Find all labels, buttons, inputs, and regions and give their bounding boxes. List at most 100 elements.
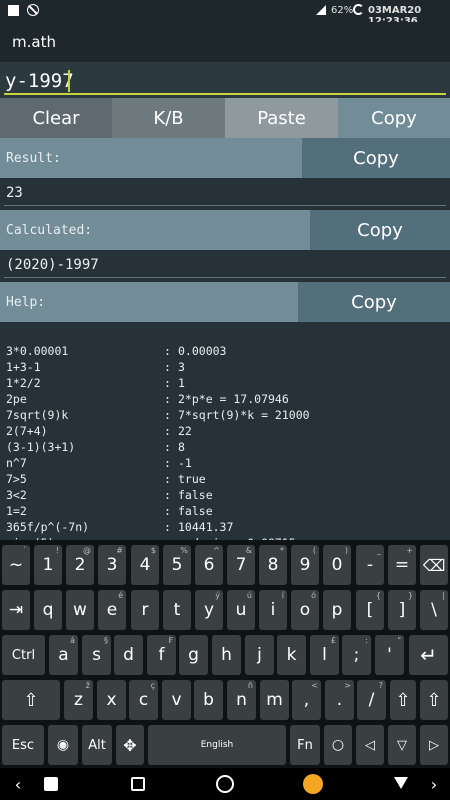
key-o[interactable]: oó xyxy=(291,590,319,630)
tab-key[interactable]: ⇥ xyxy=(2,590,30,630)
shift-key-mid[interactable]: ⇧ xyxy=(390,680,416,720)
app-shortcut-icon[interactable] xyxy=(303,774,323,794)
help-copy-button[interactable]: Copy xyxy=(298,282,450,322)
key-,[interactable]: , < xyxy=(292,680,321,720)
nav-bar: ‹ › xyxy=(0,768,450,800)
right-arrow-key[interactable]: ▷ xyxy=(420,725,448,765)
key-0[interactable]: 0) xyxy=(323,545,351,585)
key-h[interactable]: h xyxy=(212,635,241,675)
key-u[interactable]: uú xyxy=(227,590,255,630)
key-5[interactable]: 5% xyxy=(163,545,191,585)
key-g[interactable]: g xyxy=(179,635,208,675)
shift-key-right[interactable]: ⇧ xyxy=(420,680,448,720)
copy-button[interactable]: Copy xyxy=(338,98,450,138)
text-cursor xyxy=(68,70,70,92)
help-separator: : xyxy=(164,472,171,486)
keyboard-toggle-button[interactable]: K/B xyxy=(112,98,225,138)
signal-icon xyxy=(316,5,326,15)
key-b[interactable]: b xyxy=(194,680,223,720)
key-r[interactable]: r xyxy=(131,590,159,630)
forward-arrow-icon[interactable]: › xyxy=(424,774,444,794)
esc-key[interactable]: Esc xyxy=(2,725,44,765)
key-'[interactable]: ' " xyxy=(375,635,404,675)
key-label: Fn xyxy=(297,737,313,753)
help-expression: 7>5 xyxy=(6,472,27,486)
square-icon[interactable] xyxy=(44,777,58,791)
key-secondary-label: í xyxy=(281,591,284,600)
paste-button[interactable]: Paste xyxy=(225,98,338,138)
key-t[interactable]: t xyxy=(163,590,191,630)
key-l[interactable]: l £ xyxy=(310,635,339,675)
enter-key[interactable]: ↵ xyxy=(409,635,448,675)
calculated-copy-button[interactable]: Copy xyxy=(310,210,450,250)
key-c[interactable]: cç xyxy=(129,680,158,720)
key-a[interactable]: aá xyxy=(49,635,78,675)
key-=[interactable]: = + xyxy=(388,545,416,585)
image-icon[interactable] xyxy=(131,777,145,791)
circle-key[interactable]: ○ xyxy=(324,725,352,765)
key-3[interactable]: 3 # xyxy=(98,545,126,585)
fn-key[interactable]: Fn xyxy=(290,725,320,765)
key-/[interactable]: /? xyxy=(357,680,386,720)
backspace-key[interactable]: ⌫ xyxy=(420,545,448,585)
key-8[interactable]: 8 * xyxy=(259,545,287,585)
key-e[interactable]: eé xyxy=(98,590,126,630)
key-y[interactable]: yý xyxy=(195,590,223,630)
key-label: ; xyxy=(353,645,360,665)
result-copy-button[interactable]: Copy xyxy=(302,138,450,178)
alt-key[interactable]: Alt xyxy=(82,725,112,765)
key-label: 7 xyxy=(235,555,247,575)
help-list[interactable]: 3*0.00001:0.00003 1+3-1:3 1*2/2:1 2pe:2*p*e… xyxy=(0,322,450,540)
key-v[interactable]: v xyxy=(162,680,191,720)
key-w[interactable]: w xyxy=(66,590,94,630)
key-label: Esc xyxy=(11,737,35,753)
key-label: ◉ xyxy=(56,737,70,753)
key-k[interactable]: k xyxy=(277,635,306,675)
key-f[interactable]: f ₣ xyxy=(147,635,176,675)
key-j[interactable]: j xyxy=(245,635,274,675)
dnd-icon xyxy=(27,4,39,16)
key-d[interactable]: d xyxy=(114,635,143,675)
key-n[interactable]: nñ xyxy=(227,680,256,720)
key-m[interactable]: m xyxy=(260,680,289,720)
key-label: ○ xyxy=(331,737,345,753)
key-\[interactable]: \ | xyxy=(420,590,448,630)
key-label: l xyxy=(322,645,327,665)
settings-key[interactable]: ◉ xyxy=(48,725,78,765)
key-secondary-label: : xyxy=(365,636,368,645)
key-s[interactable]: s § xyxy=(82,635,111,675)
key-secondary-label: ? xyxy=(378,681,383,690)
key-i[interactable]: ií xyxy=(259,590,287,630)
key-x[interactable]: x xyxy=(97,680,126,720)
home-button[interactable] xyxy=(216,775,234,793)
key--[interactable]: - _ xyxy=(356,545,384,585)
move-key[interactable]: ✥ xyxy=(116,725,144,765)
key-q[interactable]: q xyxy=(34,590,62,630)
battery-icon xyxy=(353,4,364,15)
key-p[interactable]: p xyxy=(323,590,351,630)
back-arrow-icon[interactable]: ‹ xyxy=(8,774,28,794)
ctrl-key[interactable]: Ctrl xyxy=(2,635,45,675)
left-arrow-key[interactable]: ◁ xyxy=(356,725,384,765)
key-;[interactable]: ;: xyxy=(342,635,371,675)
down-arrow-key[interactable]: ▽ xyxy=(388,725,416,765)
key-label: ] xyxy=(398,600,406,620)
key-6[interactable]: 6 ^ xyxy=(195,545,223,585)
space-key[interactable]: English xyxy=(148,725,286,765)
key-1[interactable]: 1! xyxy=(34,545,62,585)
key-.[interactable]: . > xyxy=(325,680,354,720)
shift-key-left[interactable]: ⇧ xyxy=(2,680,60,720)
key-2[interactable]: 2 @ xyxy=(66,545,94,585)
key-7[interactable]: 7 & xyxy=(227,545,255,585)
clear-button[interactable]: Clear xyxy=(0,98,112,138)
key-~[interactable]: ~ ` xyxy=(2,545,30,585)
key-9[interactable]: 9( xyxy=(291,545,319,585)
key-secondary-label: # xyxy=(116,546,123,555)
notification-shade-icon[interactable] xyxy=(394,777,408,789)
key-4[interactable]: 4 $ xyxy=(131,545,159,585)
expression-text[interactable]: y-1997 xyxy=(5,70,74,92)
key-[[interactable]: [{ xyxy=(356,590,384,630)
key-z[interactable]: zž xyxy=(64,680,93,720)
key-][interactable]: ]} xyxy=(388,590,416,630)
help-result: 22 xyxy=(178,424,192,438)
